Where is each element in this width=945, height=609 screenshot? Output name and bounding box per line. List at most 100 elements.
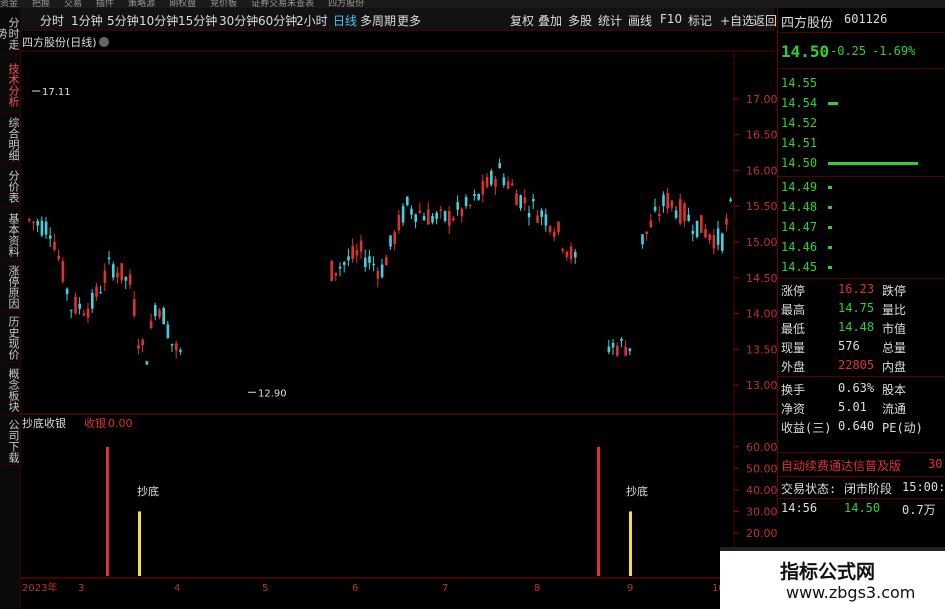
toolbar-button[interactable]: 叠加 xyxy=(538,12,562,29)
period-tab[interactable]: 10分钟 xyxy=(139,12,178,29)
toolbar-button[interactable]: +自选 xyxy=(720,12,754,29)
signal-label: 抄底 xyxy=(626,484,648,498)
candle xyxy=(431,213,434,225)
indicator-value: 0.00 xyxy=(108,417,133,430)
candle xyxy=(32,221,35,231)
top-menu-item[interactable]: 把握 xyxy=(32,0,50,8)
candle xyxy=(334,272,338,281)
sidebar-item[interactable]: 技术分析 xyxy=(1,58,20,113)
candles xyxy=(28,158,732,365)
stat-label: 现量 xyxy=(781,341,806,355)
candle xyxy=(338,262,342,277)
tick-time: 14:56 xyxy=(781,501,818,515)
x-axis-label: 3 xyxy=(78,583,84,594)
signal-bar-red xyxy=(597,446,600,576)
period-tab[interactable]: 30分钟 xyxy=(219,12,258,29)
toolbar-button[interactable]: F10 xyxy=(660,12,682,26)
candle xyxy=(456,195,459,216)
period-tab[interactable]: 5分钟 xyxy=(107,12,139,29)
stat-label: 净资 xyxy=(781,402,806,416)
watermark: 指标公式网 www.zbgs3.com xyxy=(720,547,945,609)
period-tab[interactable]: 日线 xyxy=(333,12,357,29)
price-tick-label: 14.00 xyxy=(746,308,777,321)
candle xyxy=(95,282,98,301)
candle xyxy=(158,307,161,320)
price-tick-label: 16.00 xyxy=(746,164,777,177)
stat-right-label: 量比 xyxy=(882,303,907,317)
top-menu-item[interactable]: 四方股份 xyxy=(328,0,364,8)
bid-volume-bar xyxy=(828,246,832,249)
sidebar-item[interactable]: 综合明细 xyxy=(1,116,20,163)
top-menu-item[interactable]: 期权盘 xyxy=(169,0,196,8)
candle xyxy=(128,269,132,289)
candle xyxy=(565,250,569,261)
toolbar-button[interactable]: 统计 xyxy=(598,12,622,29)
signal-label: 抄底 xyxy=(137,484,159,498)
chart-title: 四方股份(日线) xyxy=(22,35,97,49)
top-menu-item[interactable]: 交易 xyxy=(64,0,82,8)
renewal-note-num: 30 xyxy=(928,457,943,471)
stock-code: 601126 xyxy=(844,12,888,26)
period-tab[interactable]: 多周期 xyxy=(360,12,396,29)
period-tab[interactable]: 更多 xyxy=(397,12,421,29)
candle xyxy=(36,218,39,233)
low-label: 12.90 xyxy=(258,388,287,399)
candle xyxy=(645,231,648,241)
price-tick-label: 16.50 xyxy=(746,129,777,142)
indicator-sub: 收银 xyxy=(84,416,106,430)
candle xyxy=(74,292,77,315)
stat-label: 换手 xyxy=(781,383,806,397)
top-menu-item[interactable]: 证券交易未查表 xyxy=(251,0,314,8)
period-tab[interactable]: 2小时 xyxy=(296,12,328,29)
candle xyxy=(359,235,363,259)
period-tab[interactable]: 分时 xyxy=(40,12,64,29)
candle xyxy=(729,197,732,203)
sidebar-item[interactable]: 涨停原因 xyxy=(1,264,20,311)
sidebar-item[interactable]: 分时走势 xyxy=(0,12,20,55)
stat-value: 22805 xyxy=(838,358,875,372)
candle xyxy=(519,194,522,211)
top-menu-item[interactable]: 策略源 xyxy=(128,0,155,8)
candle xyxy=(490,168,493,187)
period-tab[interactable]: 1分钟 xyxy=(71,12,103,29)
candle xyxy=(99,285,102,294)
toolbar-button[interactable]: 复权 xyxy=(510,12,534,29)
toolbar-button[interactable]: 画线 xyxy=(628,12,652,29)
candle xyxy=(44,216,48,239)
candle xyxy=(435,210,438,225)
candle xyxy=(120,263,123,284)
candle xyxy=(376,266,380,288)
sidebar-item[interactable]: 历史现价 xyxy=(1,314,20,363)
sidebar-item[interactable]: 概念板块 xyxy=(1,366,20,415)
top-menu-item[interactable]: 资金 xyxy=(0,0,18,8)
period-tab[interactable]: 15分钟 xyxy=(178,12,217,29)
stat-value: 14.48 xyxy=(838,320,875,334)
candle xyxy=(511,179,514,186)
sidebar-item[interactable]: 基本资料 xyxy=(1,210,20,261)
stat-value: 16.23 xyxy=(838,282,875,296)
candle xyxy=(330,260,333,282)
candle xyxy=(569,242,573,264)
sidebar-item[interactable]: 公司下载 xyxy=(1,418,20,465)
top-menu-item[interactable]: 插件 xyxy=(96,0,114,8)
ask-price: 14.54 xyxy=(781,96,818,110)
candle xyxy=(49,227,52,247)
toolbar-button[interactable]: 标记 xyxy=(688,12,712,29)
top-menu-item[interactable]: 竞价板 xyxy=(210,0,237,8)
price-tick-label: 15.00 xyxy=(746,236,777,249)
toolbar-button[interactable]: 返回 xyxy=(753,12,777,29)
candle xyxy=(532,194,535,210)
candle xyxy=(653,198,657,213)
candle xyxy=(557,221,560,236)
toolbar-button[interactable]: 多股 xyxy=(568,12,592,29)
tick-price: 14.50 xyxy=(844,501,881,515)
period-tab[interactable]: 60分钟 xyxy=(258,12,297,29)
candle xyxy=(380,258,384,279)
candle xyxy=(406,196,409,207)
candle xyxy=(452,215,455,222)
kline-chart[interactable]: 四方股份(日线) 17.00 16.50 16.00 15.50 15.00 14.50 14… xyxy=(20,31,777,609)
stat-right-label: 市值 xyxy=(882,322,907,336)
signal-bar-yellow xyxy=(138,511,141,576)
sidebar-item[interactable]: 分价表 xyxy=(1,166,20,207)
candle xyxy=(91,289,94,313)
